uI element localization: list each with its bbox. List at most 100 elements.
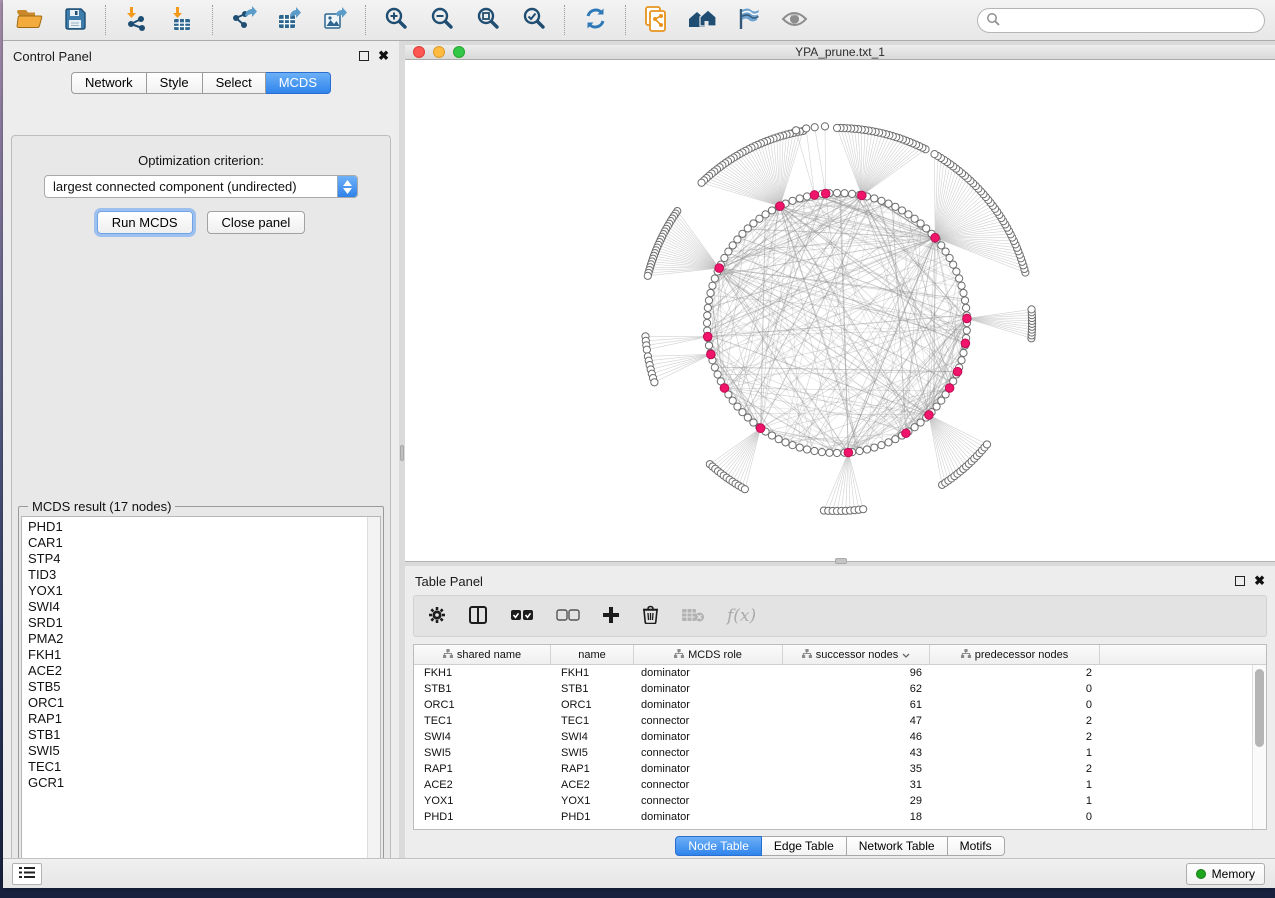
style-flag-button[interactable]: [732, 4, 764, 36]
table-cell[interactable]: 29: [783, 795, 930, 807]
table-cell[interactable]: SWI4: [414, 731, 551, 743]
zoom-in-button[interactable]: [380, 4, 412, 36]
column-header-predecessor-nodes[interactable]: predecessor nodes: [930, 645, 1100, 664]
export-image-button[interactable]: [319, 4, 351, 36]
table-row[interactable]: YOX1YOX1connector291: [414, 793, 1266, 809]
mcds-result-item[interactable]: TEC1: [28, 759, 380, 775]
float-panel-icon[interactable]: [1235, 576, 1245, 586]
add-row-button[interactable]: [602, 601, 620, 631]
mcds-result-item[interactable]: STB5: [28, 679, 380, 695]
table-cell[interactable]: STB1: [414, 683, 551, 695]
table-cell[interactable]: dominator: [634, 699, 783, 711]
table-cell[interactable]: 2: [930, 731, 1100, 743]
tab-network[interactable]: Network: [71, 72, 147, 94]
table-cell[interactable]: 1: [930, 747, 1100, 759]
table-cell[interactable]: connector: [634, 795, 783, 807]
select-all-button[interactable]: [510, 601, 534, 631]
table-cell[interactable]: 35: [783, 763, 930, 775]
mcds-result-item[interactable]: STB1: [28, 727, 380, 743]
table-cell[interactable]: 0: [930, 699, 1100, 711]
table-cell[interactable]: PHD1: [551, 811, 634, 823]
show-columns-button[interactable]: [468, 601, 488, 631]
table-cell[interactable]: SWI5: [551, 747, 634, 759]
zoom-out-button[interactable]: [426, 4, 458, 36]
table-cell[interactable]: SWI5: [414, 747, 551, 759]
home-views-button[interactable]: [686, 4, 718, 36]
table-cell[interactable]: dominator: [634, 731, 783, 743]
close-panel-icon[interactable]: ✖: [1254, 576, 1265, 586]
mcds-list-scrollbar[interactable]: [367, 517, 380, 875]
mcds-result-item[interactable]: ORC1: [28, 695, 380, 711]
table-row[interactable]: PHD1PHD1dominator180: [414, 809, 1266, 825]
table-cell[interactable]: RAP1: [414, 763, 551, 775]
close-panel-icon[interactable]: ✖: [378, 51, 389, 61]
table-settings-button[interactable]: [428, 601, 446, 631]
zoom-fit-button[interactable]: [472, 4, 504, 36]
table-cell[interactable]: 18: [783, 811, 930, 823]
table-cell[interactable]: FKH1: [551, 667, 634, 679]
table-cell[interactable]: YOX1: [551, 795, 634, 807]
table-cell[interactable]: 1: [930, 779, 1100, 791]
column-header-name[interactable]: name: [551, 645, 634, 664]
table-cell[interactable]: 0: [930, 811, 1100, 823]
deselect-all-button[interactable]: [556, 601, 580, 631]
export-table-button[interactable]: [273, 4, 305, 36]
tab-node-table[interactable]: Node Table: [675, 836, 762, 856]
tab-mcds[interactable]: MCDS: [266, 72, 331, 94]
tab-motifs[interactable]: Motifs: [948, 836, 1005, 856]
table-cell[interactable]: dominator: [634, 667, 783, 679]
table-cell[interactable]: 31: [783, 779, 930, 791]
column-header-successor-nodes[interactable]: successor nodes: [783, 645, 930, 664]
mcds-result-item[interactable]: STP4: [28, 551, 380, 567]
mcds-result-item[interactable]: TID3: [28, 567, 380, 583]
delete-table-button[interactable]: [681, 601, 705, 631]
table-row[interactable]: TEC1TEC1connector472: [414, 713, 1266, 729]
table-row[interactable]: FKH1FKH1dominator962: [414, 665, 1266, 681]
table-cell[interactable]: 96: [783, 667, 930, 679]
table-scrollbar-thumb[interactable]: [1255, 669, 1264, 747]
table-row[interactable]: STB1STB1dominator620: [414, 681, 1266, 697]
import-network-button[interactable]: [120, 4, 152, 36]
criterion-dropdown[interactable]: largest connected component (undirected): [44, 175, 358, 198]
table-cell[interactable]: ACE2: [414, 779, 551, 791]
mcds-result-item[interactable]: FKH1: [28, 647, 380, 663]
table-cell[interactable]: ACE2: [551, 779, 634, 791]
float-panel-icon[interactable]: [359, 51, 369, 61]
table-cell[interactable]: 2: [930, 667, 1100, 679]
close-panel-button[interactable]: Close panel: [207, 211, 306, 234]
table-cell[interactable]: dominator: [634, 811, 783, 823]
table-cell[interactable]: PHD1: [414, 811, 551, 823]
zoom-selected-button[interactable]: [518, 4, 550, 36]
open-file-button[interactable]: [13, 4, 45, 36]
table-cell[interactable]: ORC1: [551, 699, 634, 711]
table-row[interactable]: SWI4SWI4dominator462: [414, 729, 1266, 745]
tab-style[interactable]: Style: [147, 72, 203, 94]
column-header-shared-name[interactable]: shared name: [414, 645, 551, 664]
table-cell[interactable]: 62: [783, 683, 930, 695]
clone-network-button[interactable]: [640, 4, 672, 36]
table-row[interactable]: SWI5SWI5connector431: [414, 745, 1266, 761]
table-cell[interactable]: FKH1: [414, 667, 551, 679]
table-cell[interactable]: SWI4: [551, 731, 634, 743]
save-session-button[interactable]: [59, 4, 91, 36]
import-table-button[interactable]: [166, 4, 198, 36]
mcds-result-item[interactable]: PMA2: [28, 631, 380, 647]
function-builder-button[interactable]: f(x): [727, 601, 756, 631]
mcds-result-item[interactable]: YOX1: [28, 583, 380, 599]
mcds-result-item[interactable]: ACE2: [28, 663, 380, 679]
table-scrollbar[interactable]: [1252, 665, 1266, 829]
table-cell[interactable]: STB1: [551, 683, 634, 695]
table-cell[interactable]: 47: [783, 715, 930, 727]
mcds-result-list[interactable]: PHD1CAR1STP4TID3YOX1SWI4SRD1PMA2FKH1ACE2…: [21, 516, 381, 876]
table-cell[interactable]: connector: [634, 779, 783, 791]
splitter-grip[interactable]: [400, 445, 404, 461]
mcds-result-item[interactable]: SRD1: [28, 615, 380, 631]
tab-edge-table[interactable]: Edge Table: [762, 836, 847, 856]
table-cell[interactable]: dominator: [634, 683, 783, 695]
network-graph[interactable]: [405, 60, 1271, 558]
mcds-result-item[interactable]: PHD1: [28, 519, 380, 535]
table-cell[interactable]: RAP1: [551, 763, 634, 775]
tab-select[interactable]: Select: [203, 72, 266, 94]
table-cell[interactable]: dominator: [634, 763, 783, 775]
mcds-result-item[interactable]: RAP1: [28, 711, 380, 727]
